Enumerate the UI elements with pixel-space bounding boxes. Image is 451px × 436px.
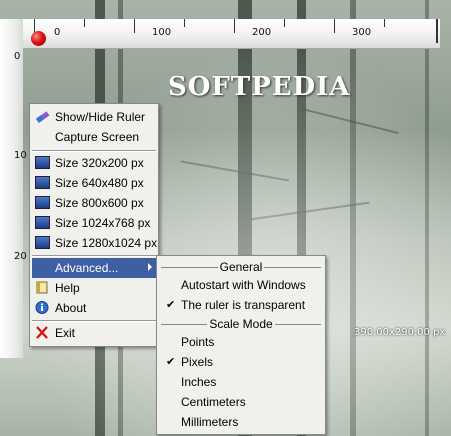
menu-separator xyxy=(32,150,156,152)
vruler-label-0: 0 xyxy=(14,51,21,62)
help-icon xyxy=(36,281,48,294)
ruler-label-100: 100 xyxy=(152,27,172,38)
ruler-menu-ball-icon[interactable] xyxy=(31,31,46,46)
advanced-submenu: General Autostart with Windows ✔ The rul… xyxy=(156,255,326,435)
monitor-icon xyxy=(35,156,50,169)
vruler-label-10: 10 xyxy=(14,150,27,161)
scale-mode-section-header: Scale Mode xyxy=(161,317,321,331)
monitor-icon xyxy=(35,236,50,249)
ruler-label-200: 200 xyxy=(252,27,272,38)
scale-inches-option[interactable]: Inches xyxy=(159,372,323,392)
menu-item-help[interactable]: Help xyxy=(32,278,156,298)
context-menu: Show/Hide Ruler Capture Screen Size 320x… xyxy=(29,103,159,347)
transparent-option[interactable]: ✔ The ruler is transparent xyxy=(159,295,323,315)
vruler-label-20: 20 xyxy=(14,251,27,262)
scale-points-option[interactable]: Points xyxy=(159,332,323,352)
autostart-option[interactable]: Autostart with Windows xyxy=(159,275,323,295)
menu-item-exit[interactable]: Exit xyxy=(32,323,156,343)
scale-centimeters-option[interactable]: Centimeters xyxy=(159,392,323,412)
menu-item-size-320x200[interactable]: Size 320x200 px xyxy=(32,153,156,173)
menu-item-capture-screen[interactable]: Capture Screen xyxy=(32,127,156,147)
menu-item-size-1280x1024[interactable]: Size 1280x1024 px xyxy=(32,233,157,253)
general-section-header: General xyxy=(161,260,321,274)
monitor-icon xyxy=(35,196,50,209)
ruler-label-300: 300 xyxy=(352,27,372,38)
ruler-icon xyxy=(35,111,50,123)
horizontal-ruler[interactable]: 0 100 200 300 xyxy=(23,19,440,49)
menu-item-show-hide-ruler[interactable]: Show/Hide Ruler xyxy=(32,107,156,127)
softpedia-watermark: SOFTPEDIA xyxy=(168,72,351,102)
scale-pixels-option[interactable]: ✔ Pixels xyxy=(159,352,323,372)
monitor-icon xyxy=(35,216,50,229)
menu-item-size-800x600[interactable]: Size 800x600 px xyxy=(32,193,156,213)
menu-separator xyxy=(32,255,156,257)
menu-item-about[interactable]: About xyxy=(32,298,156,318)
checkmark-icon: ✔ xyxy=(166,299,176,311)
menu-separator xyxy=(32,320,156,322)
scale-millimeters-option[interactable]: Millimeters xyxy=(159,412,323,432)
ruler-label-0: 0 xyxy=(54,27,61,38)
menu-item-advanced[interactable]: Advanced... xyxy=(32,258,156,278)
submenu-arrow-icon xyxy=(148,263,152,271)
menu-item-size-1024x768[interactable]: Size 1024x768 px xyxy=(32,213,156,233)
monitor-icon xyxy=(35,176,50,189)
info-icon xyxy=(35,301,49,314)
checkmark-icon: ✔ xyxy=(166,356,176,368)
close-icon xyxy=(36,326,48,339)
menu-item-size-640x480[interactable]: Size 640x480 px xyxy=(32,173,156,193)
vertical-ruler[interactable]: 0 10 20 xyxy=(0,19,27,358)
coordinate-readout: 390.00x290.00 px xyxy=(354,327,446,338)
